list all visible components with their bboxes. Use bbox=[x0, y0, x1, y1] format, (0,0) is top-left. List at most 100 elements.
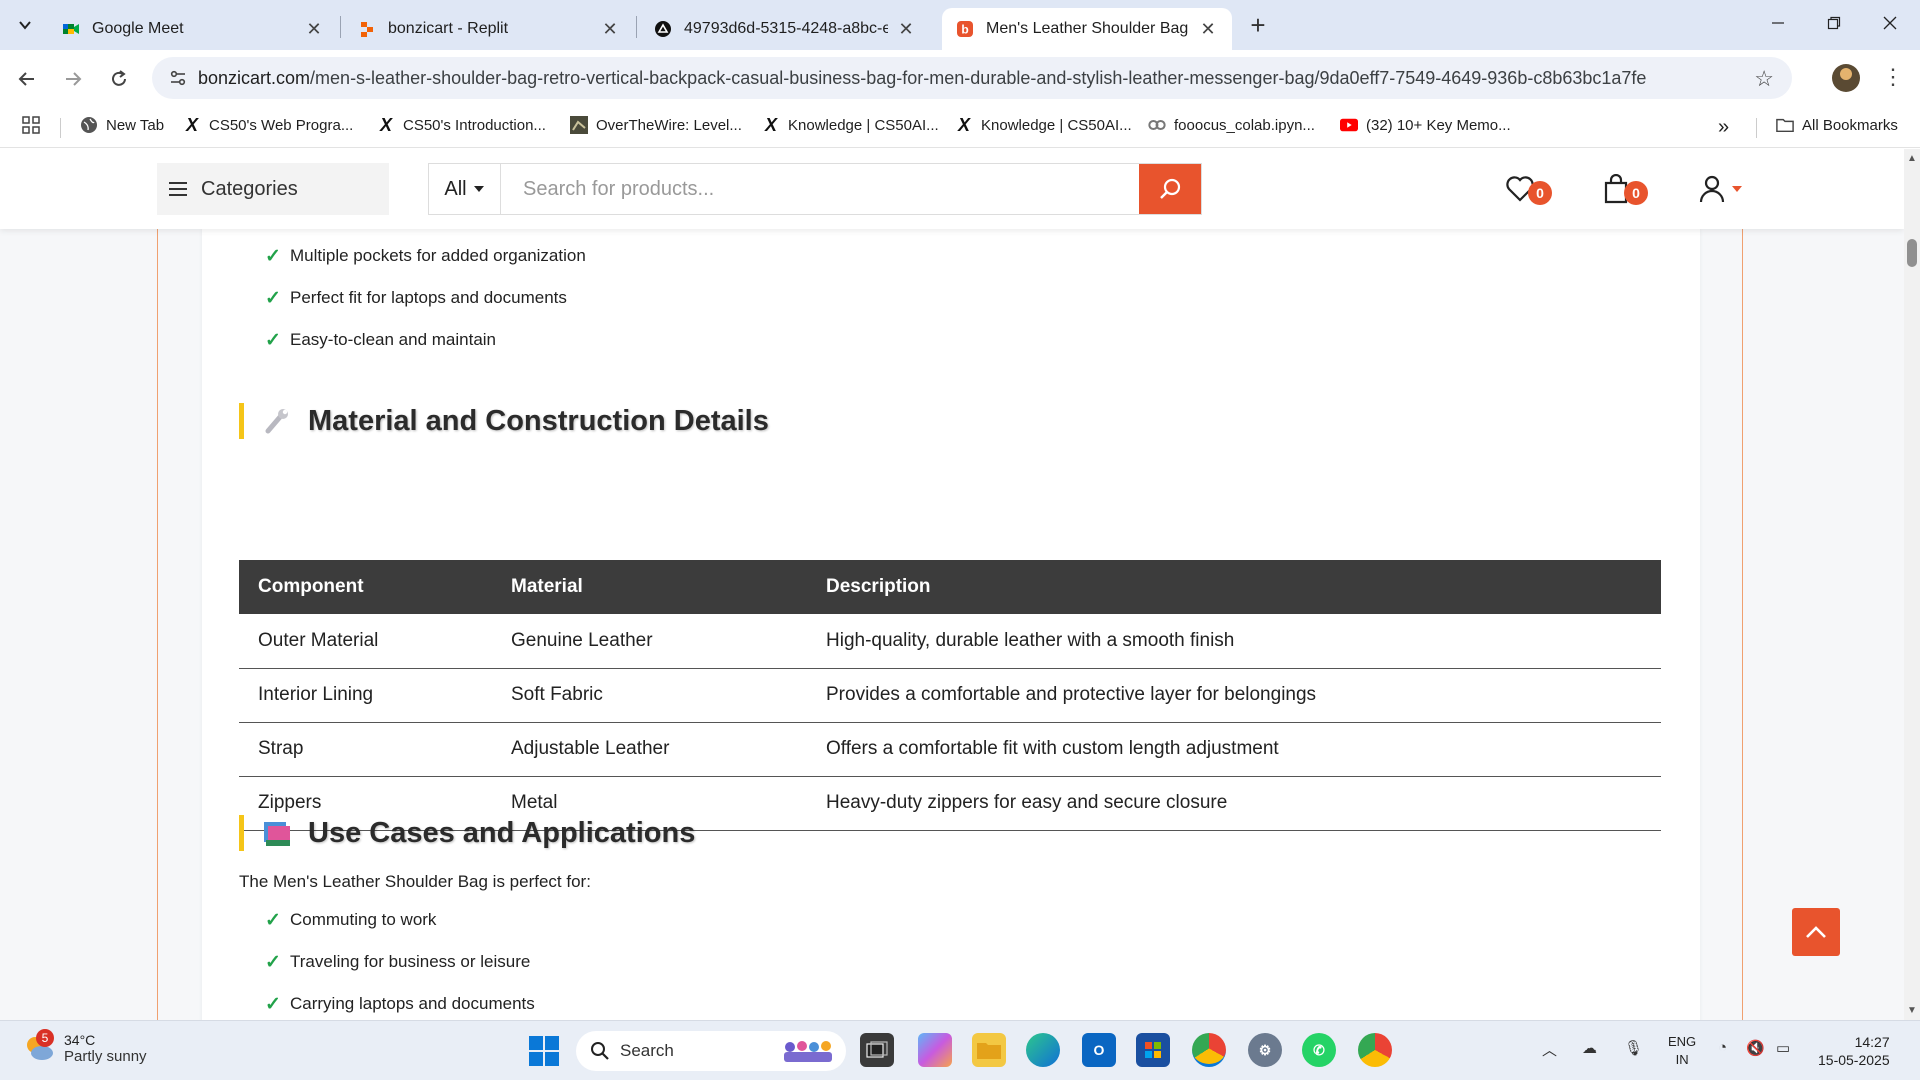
list-item: ✓ Easy-to-clean and maintain bbox=[265, 319, 586, 361]
microsoft-store-icon[interactable] bbox=[1136, 1033, 1170, 1067]
overflow-chevron-icon: » bbox=[1718, 116, 1730, 138]
bookmark-knowledge-2[interactable]: X Knowledge | CS50AI... bbox=[955, 115, 1132, 135]
bookmark-separator bbox=[60, 118, 61, 138]
taskbar-search[interactable]: Search bbox=[576, 1031, 846, 1071]
bookmark-new-tab[interactable]: New Tab bbox=[80, 116, 164, 134]
close-icon[interactable]: ✕ bbox=[304, 19, 324, 40]
start-button[interactable] bbox=[528, 1035, 560, 1072]
bookmark-cs50-intro[interactable]: X CS50's Introduction... bbox=[377, 115, 546, 135]
file-explorer-icon[interactable] bbox=[972, 1033, 1006, 1067]
bookmarks-overflow-button[interactable]: » bbox=[1718, 116, 1729, 139]
settings-gear-icon[interactable]: ⚙ bbox=[1248, 1033, 1282, 1067]
bookmark-separator bbox=[1756, 118, 1757, 138]
chrome-profile-icon[interactable] bbox=[1358, 1033, 1392, 1067]
tab-search-button[interactable] bbox=[10, 10, 40, 40]
reload-button[interactable] bbox=[104, 64, 134, 94]
chevron-up-icon bbox=[1806, 926, 1826, 938]
bookmark-knowledge-1[interactable]: X Knowledge | CS50AI... bbox=[762, 115, 939, 135]
bookmark-overthewire[interactable]: OverTheWire: Level... bbox=[570, 116, 742, 134]
url-text: bonzicart.com/men-s-leather-shoulder-bag… bbox=[198, 68, 1646, 89]
microphone-icon[interactable]: 🎙 bbox=[1624, 1039, 1643, 1057]
system-clock[interactable]: 14:27 15-05-2025 bbox=[1818, 1033, 1890, 1069]
product-search: All bbox=[428, 163, 1202, 215]
back-button[interactable] bbox=[12, 64, 42, 94]
wishlist-button[interactable]: 0 bbox=[1504, 173, 1552, 205]
speaker-muted-icon[interactable]: 🔇 bbox=[1746, 1039, 1765, 1057]
close-icon[interactable]: ✕ bbox=[600, 19, 620, 40]
task-view-icon[interactable] bbox=[860, 1033, 894, 1067]
scrollbar-thumb[interactable] bbox=[1907, 239, 1917, 267]
site-info-icon[interactable] bbox=[158, 69, 198, 87]
weather-widget[interactable]: 5 34°C Partly sunny bbox=[22, 1029, 147, 1065]
windows-taskbar: 5 34°C Partly sunny Search O ⚙ ✆ ︿ ☁ 🎙 E… bbox=[0, 1020, 1920, 1080]
browser-toolbar: bonzicart.com/men-s-leather-shoulder-bag… bbox=[0, 50, 1920, 106]
page-scrollbar[interactable]: ▲ ▼ bbox=[1904, 149, 1920, 1020]
colab-icon bbox=[1148, 116, 1166, 134]
input-language-indicator[interactable]: ENG IN bbox=[1668, 1033, 1696, 1069]
categories-button[interactable]: Categories bbox=[157, 163, 389, 215]
section-title: Use Cases and Applications bbox=[308, 816, 696, 849]
tab-openai[interactable]: 49793d6d-5315-4248-a8bc-ee5 ✕ bbox=[640, 8, 930, 50]
apps-grid-icon[interactable] bbox=[22, 116, 40, 134]
back-to-top-button[interactable] bbox=[1792, 908, 1840, 956]
bookmark-label: CS50's Introduction... bbox=[403, 116, 546, 134]
close-icon[interactable]: ✕ bbox=[1198, 19, 1218, 40]
list-item: ✓ Commuting to work bbox=[265, 899, 535, 941]
chrome-active-icon[interactable] bbox=[1192, 1033, 1226, 1067]
restore-button[interactable] bbox=[1814, 8, 1854, 38]
youtube-icon bbox=[1340, 116, 1358, 134]
more-menu-icon[interactable]: ⋮ bbox=[1882, 64, 1904, 90]
close-window-button[interactable] bbox=[1870, 8, 1910, 38]
bookmark-star-icon[interactable]: ☆ bbox=[1754, 66, 1774, 92]
bookmark-youtube[interactable]: (32) 10+ Key Memo... bbox=[1340, 116, 1511, 134]
account-menu-button[interactable] bbox=[1696, 173, 1746, 205]
bookmark-cs50-web[interactable]: X CS50's Web Progra... bbox=[183, 115, 353, 135]
check-icon: ✓ bbox=[265, 245, 281, 267]
wifi-icon[interactable]: ◔ bbox=[1718, 1039, 1727, 1056]
search-category-select[interactable]: All bbox=[429, 164, 501, 214]
outlook-icon[interactable]: O bbox=[1082, 1033, 1116, 1067]
address-bar[interactable]: bonzicart.com/men-s-leather-shoulder-bag… bbox=[152, 57, 1792, 99]
reload-icon bbox=[112, 70, 126, 86]
tray-overflow-chevron-icon[interactable]: ︿ bbox=[1542, 1039, 1557, 1060]
column-header: Component bbox=[239, 560, 492, 614]
arrow-left-icon bbox=[18, 72, 34, 86]
copilot-icon[interactable] bbox=[918, 1033, 952, 1067]
search-button[interactable] bbox=[1139, 164, 1201, 214]
check-icon: ✓ bbox=[265, 951, 281, 973]
minimize-button[interactable] bbox=[1758, 8, 1798, 38]
scroll-down-arrow-icon[interactable]: ▼ bbox=[1907, 1005, 1917, 1016]
list-item: ✓ Traveling for business or leisure bbox=[265, 941, 535, 983]
use-cases-section-heading: Use Cases and Applications bbox=[239, 815, 695, 851]
onedrive-icon[interactable]: ☁ bbox=[1582, 1039, 1597, 1057]
tab-google-meet[interactable]: Google Meet ✕ bbox=[48, 8, 338, 50]
search-input[interactable] bbox=[501, 164, 1139, 214]
tab-separator bbox=[636, 16, 637, 38]
profile-avatar[interactable] bbox=[1832, 64, 1860, 92]
material-section-heading: Material and Construction Details bbox=[239, 403, 769, 439]
forward-button[interactable] bbox=[58, 64, 88, 94]
tab-title: bonzicart - Replit bbox=[388, 20, 509, 37]
temperature: 34°C bbox=[64, 1031, 96, 1048]
tab-title: Google Meet bbox=[92, 20, 184, 37]
tab-bonzicart-active[interactable]: b Men's Leather Shoulder Bag Re ✕ bbox=[942, 8, 1232, 50]
all-bookmarks-button[interactable]: All Bookmarks bbox=[1776, 116, 1898, 134]
tab-replit[interactable]: bonzicart - Replit ✕ bbox=[344, 8, 634, 50]
language-code: ENG bbox=[1668, 1034, 1697, 1049]
cart-button[interactable]: 0 bbox=[1600, 173, 1648, 205]
minimize-icon bbox=[1772, 22, 1784, 24]
close-icon[interactable]: ✕ bbox=[896, 19, 916, 40]
bookmarks-bar: New Tab X CS50's Web Progra... X CS50's … bbox=[0, 106, 1920, 148]
arrow-right-icon bbox=[66, 72, 82, 86]
new-tab-button[interactable]: + bbox=[1244, 12, 1272, 38]
search-icon bbox=[1160, 178, 1181, 199]
tab-title: 49793d6d-5315-4248-a8bc-ee5 bbox=[684, 20, 888, 37]
scroll-up-arrow-icon[interactable]: ▲ bbox=[1907, 153, 1917, 164]
bookmark-colab[interactable]: fooocus_colab.ipyn... bbox=[1148, 116, 1315, 134]
hamburger-icon bbox=[169, 178, 187, 200]
bookmark-label: Knowledge | CS50AI... bbox=[788, 116, 939, 134]
whatsapp-icon[interactable]: ✆ bbox=[1302, 1033, 1336, 1067]
windows-logo-icon bbox=[529, 1036, 559, 1066]
battery-icon[interactable]: ▭ bbox=[1776, 1039, 1790, 1057]
edge-browser-icon[interactable] bbox=[1026, 1033, 1060, 1067]
